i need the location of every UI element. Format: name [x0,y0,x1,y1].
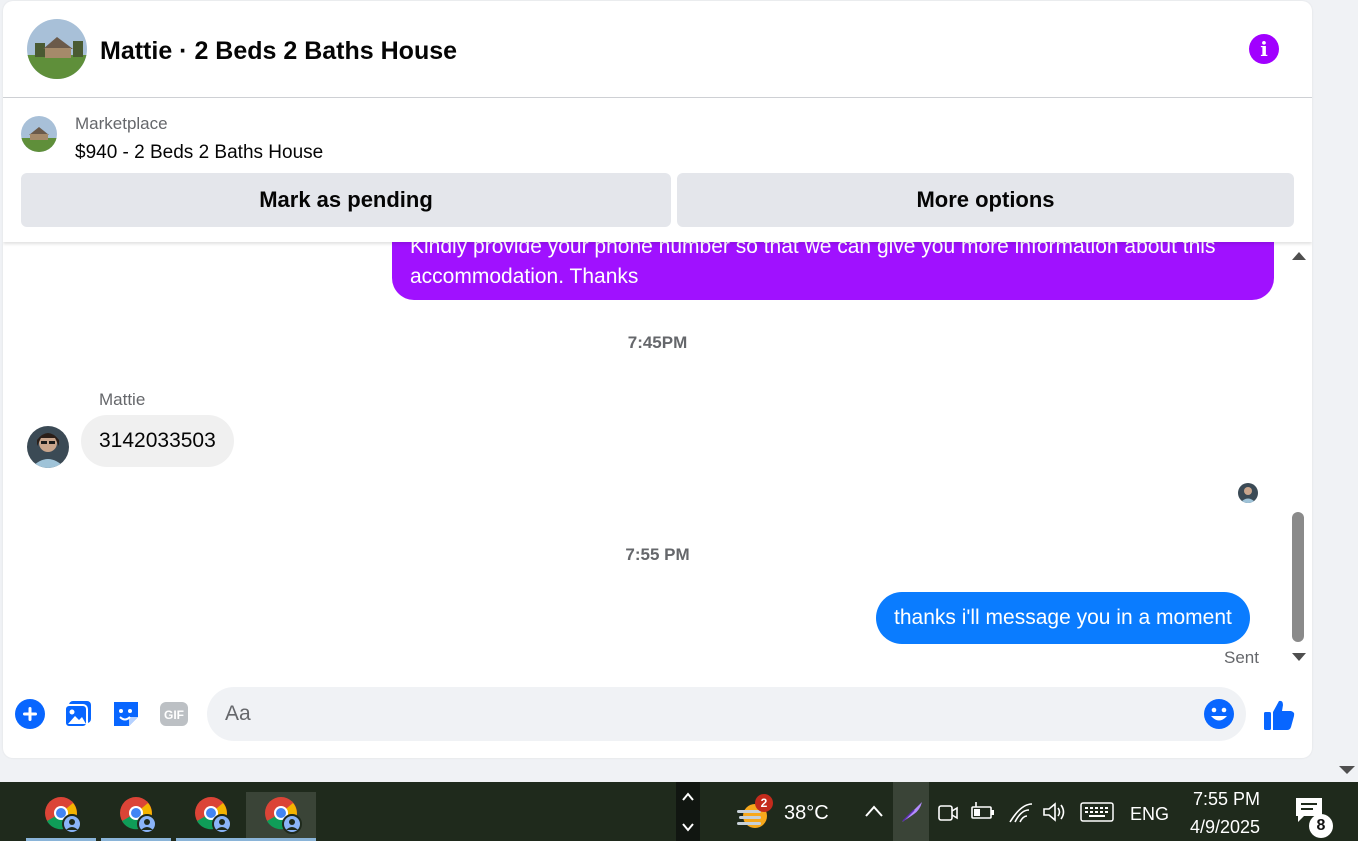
input-language[interactable]: ENG [1130,804,1169,825]
thread-scrollbar[interactable] [1287,242,1309,671]
marketplace-listing-banner: Marketplace $940 - 2 Beds 2 Baths House … [3,98,1312,242]
info-icon[interactable]: i [1249,34,1279,64]
timestamp-divider: 7:55 PM [625,545,690,564]
taskbar-chrome-profile-1[interactable] [26,792,96,841]
message-input[interactable] [207,687,1246,741]
plus-icon[interactable] [15,699,45,729]
clock-time[interactable]: 7:55 PM [1193,789,1260,810]
photo-icon[interactable] [63,699,93,729]
wifi-icon[interactable] [1008,800,1034,824]
message-status: Sent [1224,648,1259,667]
battery-icon[interactable] [970,802,996,822]
svg-text:GIF: GIF [164,708,184,722]
taskbar-overflow[interactable] [676,782,700,841]
chat-window: Mattie · 2 Beds 2 Baths House i Marketpl… [3,1,1312,758]
chat-header: Mattie · 2 Beds 2 Baths House i [3,1,1312,98]
incoming-message[interactable]: 3142033503 [81,415,234,467]
sender-name: Mattie [99,390,146,409]
listing-thumbnail[interactable] [21,116,57,152]
taskbar-chrome-profile-3[interactable] [176,792,246,841]
meet-now-icon[interactable] [938,802,958,824]
chat-title[interactable]: Mattie · 2 Beds 2 Baths House [100,37,457,66]
timestamp-divider: 7:45PM [627,333,688,352]
outgoing-message[interactable]: thanks i'll message you in a moment [876,592,1250,644]
outgoing-message[interactable]: Kindly provide your phone number so that… [392,242,1274,300]
volume-icon[interactable] [1042,801,1068,823]
scroll-down-arrow-icon[interactable] [1292,653,1306,661]
page-scroll-down-arrow-icon[interactable] [1339,766,1355,774]
show-hidden-icons-icon[interactable] [864,804,884,818]
sticker-icon[interactable] [111,699,141,729]
keyboard-icon[interactable] [1080,802,1114,822]
more-options-button[interactable]: More options [677,173,1294,227]
listing-source-label: Marketplace [75,114,168,133]
tray-feather-app[interactable] [893,782,929,841]
weather-temperature[interactable]: 38°C [784,802,829,825]
chevron-up-down-icon [682,792,694,832]
gif-icon[interactable]: GIF [159,699,189,729]
header-avatar[interactable] [27,19,87,79]
message-thread: Kindly provide your phone number so that… [3,242,1312,671]
taskbar-chrome-profile-4[interactable] [246,792,316,841]
sender-avatar[interactable] [27,426,69,468]
scroll-up-arrow-icon[interactable] [1292,252,1306,260]
chrome-icon [120,797,157,834]
emoji-icon[interactable] [1203,698,1235,730]
taskbar-chrome-profile-2[interactable] [101,792,171,841]
windows-taskbar: 2 38°C ENG 7:55 PM 4/9/2025 8 [0,782,1358,841]
notification-count-badge: 8 [1309,814,1333,838]
clock-date[interactable]: 4/9/2025 [1190,817,1260,838]
message-composer: GIF [3,671,1312,758]
weather-alert-badge: 2 [755,794,773,812]
read-receipt-avatar [1238,483,1258,503]
chrome-icon [195,797,232,834]
thumbs-up-icon[interactable] [1261,697,1297,733]
mark-as-pending-button[interactable]: Mark as pending [21,173,671,227]
scroll-thumb[interactable] [1292,512,1304,642]
chrome-icon [45,797,82,834]
feather-icon [902,802,922,822]
listing-price-title[interactable]: $940 - 2 Beds 2 Baths House [75,142,323,164]
chrome-icon [265,797,302,834]
